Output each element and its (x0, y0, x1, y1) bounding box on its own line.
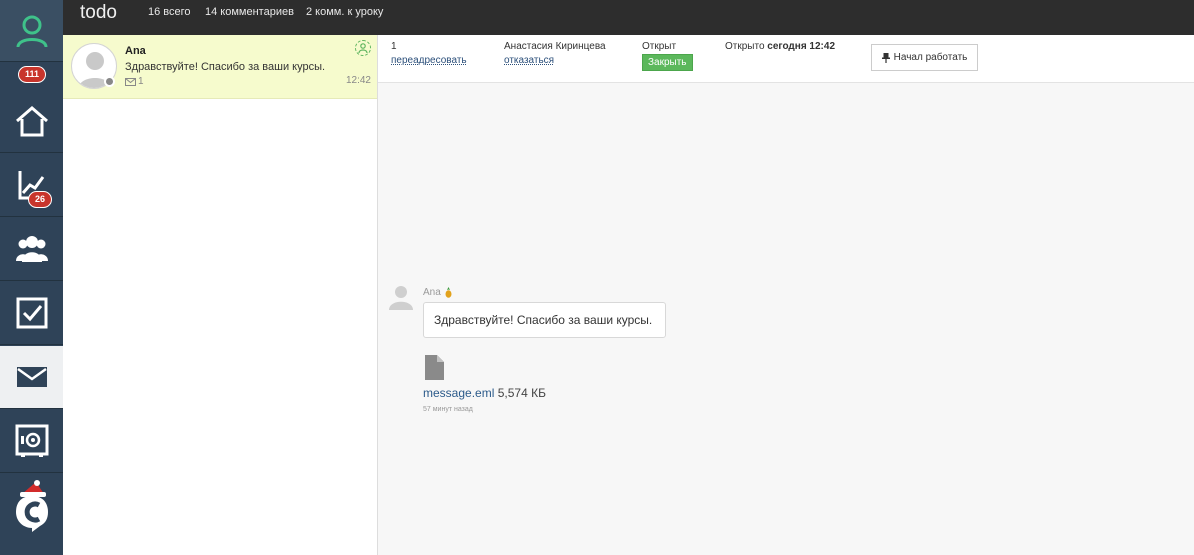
notifications-badge: 111 (18, 66, 47, 83)
assign-icon[interactable] (355, 40, 371, 56)
conversation-preview: Здравствуйте! Спасибо за ваши курсы. (125, 61, 326, 73)
ticket-header: 1 переадресовать Анастасия Киринцева отк… (378, 35, 1194, 83)
message-avatar (388, 284, 414, 310)
stat-total[interactable]: 16 всего (148, 6, 191, 18)
sidebar-item-home[interactable] (0, 90, 63, 153)
sidebar: 111 26 (0, 0, 63, 555)
conversation-message-count: 1 (125, 76, 144, 87)
start-work-label: Начал работать (893, 52, 968, 63)
ticket-status: Открыт (642, 41, 677, 52)
conversation-time: 12:42 (345, 75, 371, 86)
message-bubble: Здравствуйте! Спасибо за ваши курсы. (423, 302, 666, 338)
refuse-link[interactable]: отказаться (504, 55, 554, 66)
home-icon (15, 106, 48, 137)
message-count: 1 (138, 76, 144, 87)
close-ticket-button[interactable]: Закрыть (642, 54, 693, 71)
brand-icon (15, 479, 48, 532)
opened-time: сегодня 12:42 (767, 41, 836, 52)
message-time-ago: 57 минут назад (423, 406, 473, 413)
default-avatar-icon (389, 286, 413, 310)
mail-icon (16, 367, 47, 387)
assignee-col: Анастасия Киринцева отказаться (504, 41, 606, 66)
attachment-size: 5,574 КБ (497, 386, 546, 400)
ticket-number-col: 1 переадресовать (391, 41, 467, 66)
opened-col: Открыто сегодня 12:42 (725, 41, 835, 52)
ticket-number: 1 (391, 41, 397, 52)
sidebar-item-users[interactable] (0, 218, 63, 281)
document-icon (425, 355, 444, 380)
conversation-list: Ana Здравствуйте! Спасибо за ваши курсы.… (63, 35, 378, 555)
pin-icon (881, 52, 890, 63)
forward-link[interactable]: переадресовать (391, 55, 467, 66)
status-dot (104, 76, 115, 87)
sidebar-item-profile[interactable] (0, 0, 63, 62)
conversation-item[interactable]: Ana Здравствуйте! Спасибо за ваши курсы.… (63, 35, 377, 99)
opened-label: Открыто (725, 41, 765, 52)
sidebar-item-mail[interactable] (0, 346, 63, 409)
sidebar-item-tasks[interactable] (0, 282, 63, 345)
checkbox-icon (16, 297, 47, 329)
envelope-icon (125, 77, 136, 86)
attachment: message.eml 5,574 КБ (423, 386, 546, 400)
attachment-link[interactable]: message.eml (423, 386, 494, 400)
sidebar-item-brand[interactable] (0, 474, 63, 537)
message-text: Здравствуйте! Спасибо за ваши курсы. (434, 313, 653, 327)
status-col: Открыт Закрыть (642, 41, 693, 71)
sidebar-item-analytics[interactable] (0, 154, 63, 217)
users-icon (15, 236, 48, 262)
assignee-name: Анастасия Киринцева (504, 41, 606, 52)
pineapple-icon (445, 287, 452, 298)
stat-lesson-comments[interactable]: 2 комм. к уроку (306, 6, 383, 18)
start-work-button[interactable]: Начал работать (871, 44, 978, 71)
analytics-badge: 26 (28, 191, 53, 208)
user-icon (16, 15, 47, 47)
author-name: Ana (423, 287, 441, 298)
conversation-name: Ana (125, 45, 146, 57)
file-icon[interactable] (425, 355, 444, 385)
message-author: Ana (423, 287, 453, 298)
page-title: todo (80, 2, 117, 23)
stat-comments[interactable]: 14 комментариев (205, 6, 294, 18)
sidebar-item-safe[interactable] (0, 410, 63, 473)
top-bar: todo 16 всего 14 комментариев 2 комм. к … (63, 0, 1194, 35)
user-small-icon (358, 43, 368, 53)
safe-icon (15, 424, 48, 457)
